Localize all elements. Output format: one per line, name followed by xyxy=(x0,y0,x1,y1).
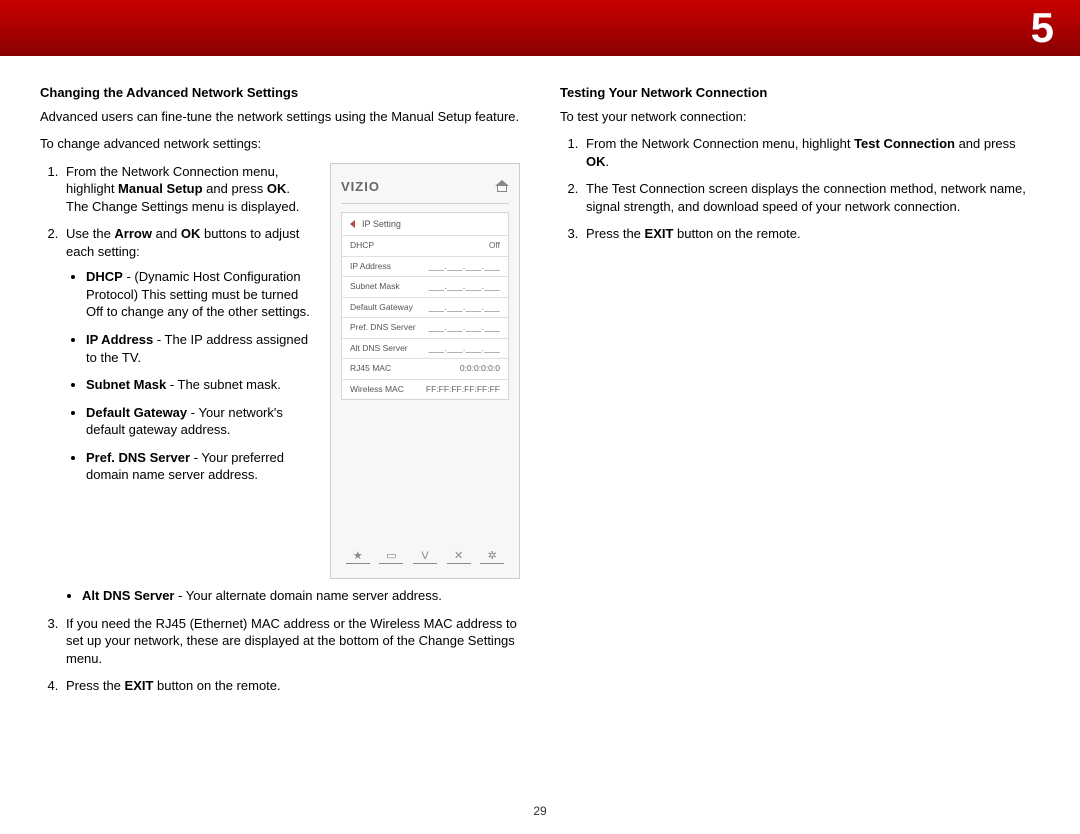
chapter-header: 5 xyxy=(0,0,1080,56)
mockup-header: VIZIO xyxy=(341,174,509,205)
bullet-alt-dns: Alt DNS Server - Your alternate domain n… xyxy=(82,587,520,605)
gear-icon: ✲ xyxy=(480,550,504,564)
right-column: Testing Your Network Connection To test … xyxy=(560,84,1040,705)
bullet-dhcp: DHCP - (Dynamic Host Configuration Proto… xyxy=(86,268,312,321)
mockup-title: IP Setting xyxy=(342,213,508,236)
mockup-row-dhcp: DHCPOff xyxy=(342,236,508,256)
mockup-row-ip: IP Address___.___.___.___ xyxy=(342,257,508,277)
settings-bullets-continued: Alt DNS Server - Your alternate domain n… xyxy=(40,587,520,605)
mockup-row-pref-dns: Pref. DNS Server___.___.___.___ xyxy=(342,318,508,338)
left-column: Changing the Advanced Network Settings A… xyxy=(40,84,520,705)
mockup-screen: IP Setting DHCPOff IP Address___.___.___… xyxy=(341,212,509,400)
tv-menu-mockup: VIZIO IP Setting DHCPOff IP Address___._… xyxy=(330,163,520,579)
left-lead: To change advanced network settings: xyxy=(40,135,520,153)
mockup-row-subnet: Subnet Mask___.___.___.___ xyxy=(342,277,508,297)
right-step-3: Press the EXIT button on the remote. xyxy=(582,225,1040,243)
v-icon: V xyxy=(413,550,437,564)
left-steps-wrapper: From the Network Connection menu, highli… xyxy=(40,163,520,579)
left-heading: Changing the Advanced Network Settings xyxy=(40,84,520,102)
settings-bullets: DHCP - (Dynamic Host Configuration Proto… xyxy=(66,268,312,483)
left-intro: Advanced users can fine-tune the network… xyxy=(40,108,520,126)
right-heading: Testing Your Network Connection xyxy=(560,84,1040,102)
vizio-logo: VIZIO xyxy=(341,178,380,196)
right-lead: To test your network connection: xyxy=(560,108,1040,126)
rectangle-icon: ▭ xyxy=(379,550,403,564)
page-number: 29 xyxy=(533,804,546,818)
home-icon xyxy=(495,180,509,192)
mockup-spacer xyxy=(341,400,509,540)
page-body: Changing the Advanced Network Settings A… xyxy=(0,56,1080,705)
bullet-gateway: Default Gateway - Your network's default… xyxy=(86,404,312,439)
mockup-row-wireless: Wireless MACFF:FF:FF:FF:FF:FF xyxy=(342,380,508,399)
right-steps-list: From the Network Connection menu, highli… xyxy=(560,135,1040,243)
bullet-subnet: Subnet Mask - The subnet mask. xyxy=(86,376,312,394)
mockup-row-alt-dns: Alt DNS Server___.___.___.___ xyxy=(342,339,508,359)
bullet-ip: IP Address - The IP address assigned to … xyxy=(86,331,312,366)
left-steps-text: From the Network Connection menu, highli… xyxy=(40,163,312,494)
star-icon: ★ xyxy=(346,550,370,564)
mockup-row-rj45: RJ45 MAC0:0:0:0:0:0 xyxy=(342,359,508,379)
left-step-1: From the Network Connection menu, highli… xyxy=(62,163,312,216)
left-step-2: Use the Arrow and OK buttons to adjust e… xyxy=(62,225,312,484)
bullet-pref-dns: Pref. DNS Server - Your preferred domain… xyxy=(86,449,312,484)
mockup-footer-icons: ★ ▭ V ✕ ✲ xyxy=(341,540,509,564)
left-step-4: Press the EXIT button on the remote. xyxy=(62,677,520,695)
left-steps-list: From the Network Connection menu, highli… xyxy=(40,163,312,484)
left-steps-continued: If you need the RJ45 (Ethernet) MAC addr… xyxy=(40,615,520,695)
mockup-row-gateway: Default Gateway___.___.___.___ xyxy=(342,298,508,318)
chapter-number: 5 xyxy=(1031,4,1054,52)
right-step-2: The Test Connection screen displays the … xyxy=(582,180,1040,215)
left-step-3: If you need the RJ45 (Ethernet) MAC addr… xyxy=(62,615,520,668)
right-step-1: From the Network Connection menu, highli… xyxy=(582,135,1040,170)
x-icon: ✕ xyxy=(447,550,471,564)
